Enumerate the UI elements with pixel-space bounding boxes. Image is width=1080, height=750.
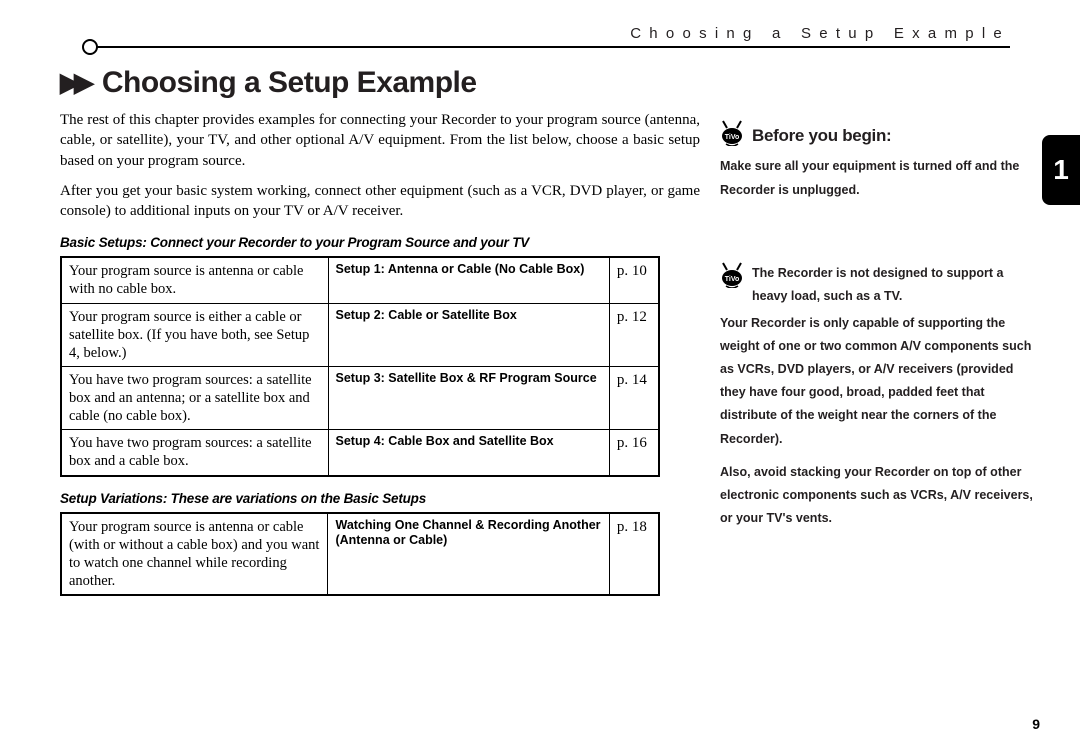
tivo-icon: TiVo bbox=[720, 120, 744, 146]
table-row: Your program source is antenna or cable … bbox=[61, 257, 659, 303]
before-you-begin-heading: Before you begin: bbox=[752, 120, 891, 151]
header-rule bbox=[60, 46, 1010, 60]
basic-setups-label: Basic Setups: Connect your Recorder to y… bbox=[60, 235, 700, 250]
note-also: Also, avoid stacking your Recorder on to… bbox=[720, 461, 1040, 530]
basic-setups-table: Your program source is antenna or cable … bbox=[60, 256, 660, 476]
chapter-tab: 1 bbox=[1042, 135, 1080, 205]
variations-table: Your program source is antenna or cable … bbox=[60, 512, 660, 597]
page-number: 9 bbox=[1032, 716, 1040, 732]
page-title: ▶▶ Choosing a Setup Example bbox=[60, 66, 1040, 100]
table-row: Your program source is either a cable or… bbox=[61, 303, 659, 366]
page-title-text: Choosing a Setup Example bbox=[102, 66, 477, 99]
manual-page: Choosing a Setup Example ▶▶ Choosing a S… bbox=[0, 0, 1080, 750]
variations-label: Setup Variations: These are variations o… bbox=[60, 491, 700, 506]
table-row: You have two program sources: a satellit… bbox=[61, 366, 659, 429]
table-row: You have two program sources: a satellit… bbox=[61, 430, 659, 476]
sidebar-column: TiVo Before you begin: Make sure all you… bbox=[710, 110, 1040, 540]
before-you-begin-text: Make sure all your equipment is turned o… bbox=[720, 155, 1040, 201]
running-head: Choosing a Setup Example bbox=[60, 25, 1010, 42]
svg-text:TiVo: TiVo bbox=[725, 276, 740, 283]
svg-text:TiVo: TiVo bbox=[725, 134, 740, 141]
main-column: The rest of this chapter provides exampl… bbox=[60, 110, 710, 596]
intro-paragraph-1: The rest of this chapter provides exampl… bbox=[60, 110, 700, 171]
forward-icon: ▶▶ bbox=[60, 67, 88, 98]
table-row: Your program source is antenna or cable … bbox=[61, 513, 659, 596]
tivo-icon: TiVo bbox=[720, 262, 744, 288]
note-body: Your Recorder is only capable of support… bbox=[720, 312, 1040, 451]
sidebar-note: TiVo The Recorder is not designed to sup… bbox=[720, 262, 1040, 308]
intro-paragraph-2: After you get your basic system working,… bbox=[60, 181, 700, 222]
note-lead: The Recorder is not designed to support … bbox=[752, 262, 1040, 308]
